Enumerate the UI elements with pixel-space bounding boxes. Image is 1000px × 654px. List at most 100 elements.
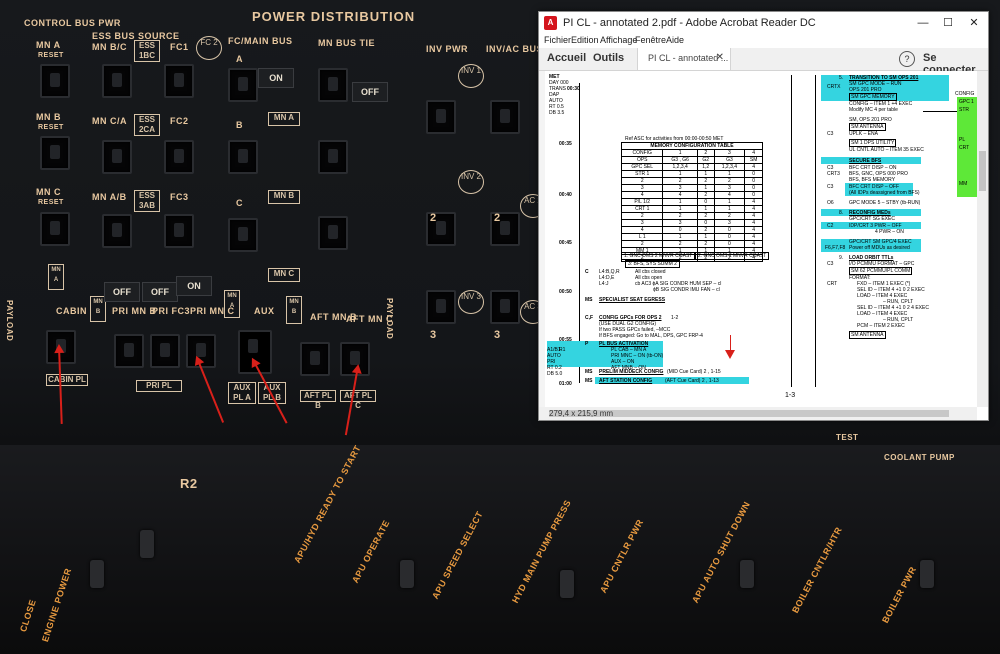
menu-edition[interactable]: Edition	[571, 35, 599, 45]
ms-label-1: MS	[585, 297, 593, 303]
maximize-button[interactable]: ☐	[937, 15, 959, 31]
tab-accueil[interactable]: Accueil	[547, 52, 586, 64]
mn-b-reset-switch[interactable]	[40, 136, 70, 170]
lower-switch-4[interactable]	[560, 570, 574, 598]
right-more-4: SM 1 DPS UTILITY	[849, 139, 897, 147]
off-button-2[interactable]: OFF	[142, 282, 178, 302]
aft-pl-b-label: AFT PL B	[300, 390, 336, 410]
table-cell: 1,2,3,4	[662, 163, 698, 171]
inv-pwr-3-number: 3	[430, 329, 437, 341]
lower-switch-5[interactable]	[740, 560, 754, 588]
table-cell: 4	[744, 212, 763, 220]
on-button-a[interactable]: ON	[258, 68, 294, 88]
lower-switch-1[interactable]	[90, 560, 104, 588]
lower-switch-3[interactable]	[400, 560, 414, 588]
table-cell: 1	[696, 205, 715, 213]
table-cell: G3	[713, 156, 746, 164]
on-button-payload[interactable]: ON	[176, 276, 212, 296]
page-size-readout: 279,4 x 215,9 mm	[549, 409, 614, 418]
inv-pwr-3-switch[interactable]	[426, 290, 456, 324]
coolant-pump-label: COOLANT PUMP	[884, 453, 955, 462]
aft-pl-c-label: AFT PL C	[340, 390, 376, 410]
right-more-3: UPLK – ENA	[849, 131, 878, 137]
green-num: 1	[971, 99, 974, 105]
table-cell: 2	[662, 177, 698, 185]
tab-document[interactable]: PI CL - annotated ... ✕	[637, 48, 731, 70]
mn-a-label: MN A	[36, 40, 61, 50]
aft-mn-b-switch[interactable]	[300, 342, 330, 376]
off-button-1[interactable]: OFF	[104, 282, 140, 302]
pdf-page: MET DAY 000 TRANS DAP AUTO RT 0.5 DB 3.5…	[545, 71, 977, 407]
table-cell: 2	[696, 191, 715, 199]
menu-fichier[interactable]: Fichier	[544, 35, 571, 45]
table-cell: SM	[744, 156, 763, 164]
lower-switch-6[interactable]	[920, 560, 934, 588]
menu-affichage[interactable]: Affichage	[600, 35, 637, 45]
mn-ca-switch[interactable]	[102, 140, 132, 174]
inv-pwr-2-number: 2	[430, 212, 437, 224]
c3-label-c: C3	[827, 184, 834, 190]
inv-ac-1-switch[interactable]	[490, 100, 520, 134]
mn-bc-switch[interactable]	[102, 64, 132, 98]
fc2-switch[interactable]	[164, 140, 194, 174]
pri-mn-b-switch[interactable]	[114, 334, 144, 368]
inv-ac-3-switch[interactable]	[490, 290, 520, 324]
o6-label: O6	[827, 200, 834, 206]
table-cell: 0	[713, 233, 746, 241]
ms-label-2: MS	[585, 369, 593, 375]
vertical-scrollbar[interactable]	[977, 71, 988, 407]
fc1-switch[interactable]	[164, 64, 194, 98]
tab-outils[interactable]: Outils	[593, 52, 624, 64]
green-gpc-label: GPC	[959, 99, 970, 105]
lower-switch-2[interactable]	[140, 530, 154, 558]
power-off-mdus: Power off MDUs as desired	[849, 245, 910, 251]
power-distribution-title: POWER DISTRIBUTION	[252, 9, 416, 24]
mn-bus-tie-b-switch[interactable]	[318, 140, 348, 174]
mn-bus-tie-a-switch[interactable]	[318, 68, 348, 102]
green-mm-label: MM	[959, 181, 968, 187]
table-cell: 3	[620, 184, 664, 192]
mn-bus-tie-c-switch[interactable]	[318, 216, 348, 250]
green-str-label: STR	[959, 107, 969, 113]
table-cell: 3	[620, 219, 664, 227]
mn-b-label: MN B	[36, 112, 61, 122]
fc-main-c-switch[interactable]	[228, 218, 258, 252]
mn-c-box: MN C	[268, 268, 300, 282]
aux-mn-a-box: MN A	[224, 290, 240, 318]
ess3ab-label: ESS 3AB	[134, 190, 160, 212]
fc-main-a-switch[interactable]	[228, 68, 258, 102]
close-button[interactable]: ✕	[963, 15, 985, 31]
c-item-3: L4:J	[599, 281, 609, 287]
reset-a-label: RESET	[38, 52, 64, 59]
aux-pl-a-label: AUX PL A	[228, 382, 256, 404]
pri-fc3-switch[interactable]	[150, 334, 180, 368]
cabin-mn-a-box: MN A	[48, 264, 64, 290]
help-icon[interactable]: ?	[899, 51, 915, 67]
mn-a-reset-switch[interactable]	[40, 64, 70, 98]
menu-fenetre[interactable]: Fenêtre	[635, 35, 666, 45]
table-cell: OPS	[620, 156, 664, 164]
fc3-switch[interactable]	[164, 214, 194, 248]
off-button-tie[interactable]: OFF	[352, 82, 388, 102]
fc-main-b-switch[interactable]	[228, 140, 258, 174]
table-cell: 3	[713, 149, 746, 157]
inv-pwr-1-switch[interactable]	[426, 100, 456, 134]
cf-label: C,F	[585, 315, 594, 321]
f6f7f8-label: F6,F7,F8	[825, 245, 846, 251]
table-cell: L 1	[620, 233, 664, 241]
minimize-button[interactable]: —	[912, 15, 934, 31]
timeline-axis	[579, 83, 580, 383]
doc-tab-close-icon[interactable]: ✕	[716, 52, 724, 63]
mn-c-reset-switch[interactable]	[40, 212, 70, 246]
gnc-line-2: 2: GNC OMS 2 MNVR COAST	[695, 252, 770, 260]
table-row: STR 11110	[620, 170, 763, 178]
right-item-num-5: 5.	[839, 75, 844, 81]
menu-aide[interactable]: Aide	[666, 35, 684, 45]
table-cell: CONFIG	[620, 149, 664, 157]
document-area[interactable]: MET DAY 000 TRANS DAP AUTO RT 0.5 DB 3.5…	[539, 71, 977, 407]
table-row: CONFIG 1 2 3 4	[620, 149, 763, 157]
gnc-line-1: 1: GNC OMS 2 MNVR COAST	[621, 252, 696, 260]
vertical-scroll-thumb[interactable]	[979, 151, 986, 191]
table-row: OPS G3 , G6 G2 G3 SM	[620, 156, 763, 164]
mn-ab-switch[interactable]	[102, 214, 132, 248]
